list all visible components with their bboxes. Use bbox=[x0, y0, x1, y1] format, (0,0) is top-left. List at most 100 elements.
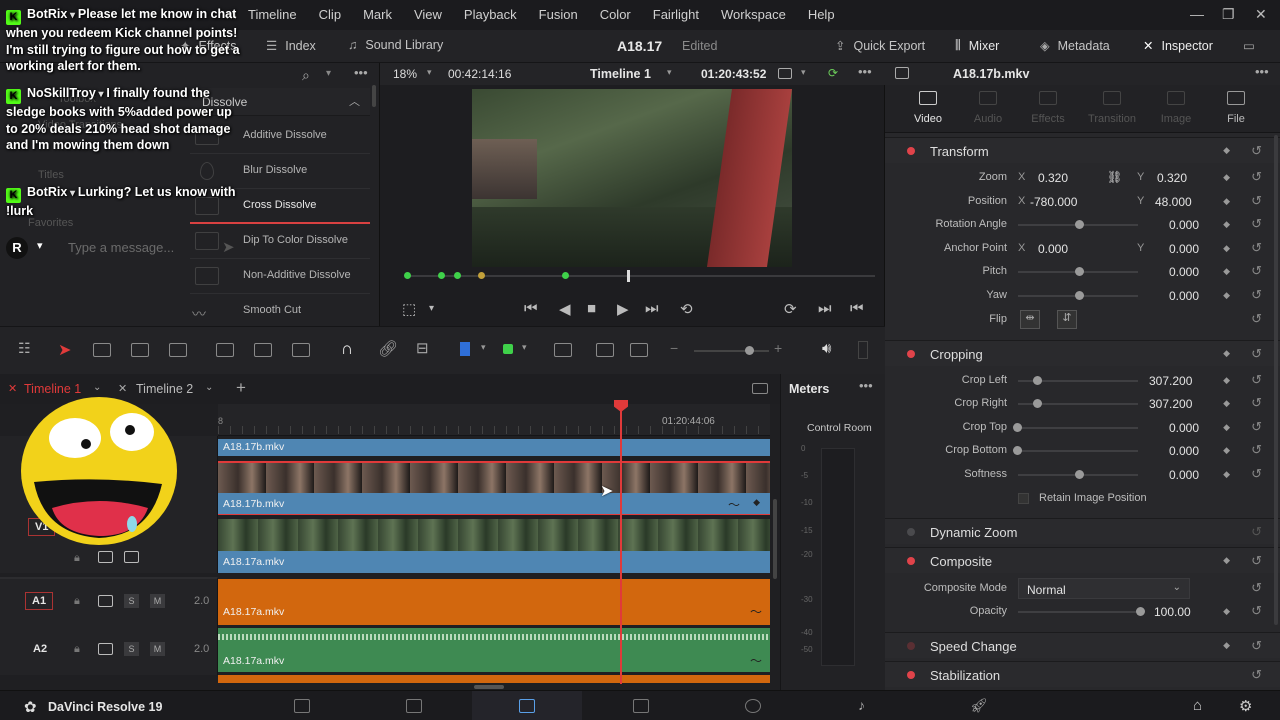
keyframe-icon[interactable]: ◆ bbox=[1223, 219, 1230, 230]
lock-icon[interactable]: 🔒︎ bbox=[74, 595, 80, 608]
position-y-field[interactable]: 48.000 bbox=[1155, 195, 1192, 209]
clip-v2[interactable]: A18.17b.mkv 〜 ◆ bbox=[218, 493, 770, 515]
cropping-section[interactable]: Cropping ◆ ↺ bbox=[885, 340, 1280, 366]
softness-field[interactable]: 0.000 bbox=[1169, 468, 1199, 482]
tab-image[interactable]: Image bbox=[1144, 91, 1208, 139]
keyframe-icon[interactable]: ◆ bbox=[1223, 445, 1230, 456]
chevron-down-icon[interactable]: ▾ bbox=[801, 67, 806, 78]
enable-toggle[interactable] bbox=[907, 528, 915, 536]
reset-icon[interactable]: ↺ bbox=[1251, 580, 1262, 596]
tab-timeline-2[interactable]: Timeline 2 bbox=[136, 382, 193, 396]
retain-position-checkbox[interactable] bbox=[1018, 493, 1029, 504]
zoom-in-icon[interactable]: + bbox=[774, 340, 782, 356]
crop-top-field[interactable]: 0.000 bbox=[1169, 421, 1199, 435]
clip-v3[interactable]: A18.17b.mkv bbox=[218, 439, 770, 456]
keyframe-icon[interactable]: ◆ bbox=[1223, 606, 1230, 617]
viewer-scrubber[interactable] bbox=[405, 275, 875, 277]
stop-icon[interactable]: ■ bbox=[587, 300, 596, 317]
zoom-out-icon[interactable]: − bbox=[670, 340, 678, 356]
overwrite-clip-icon[interactable] bbox=[254, 343, 272, 357]
keyframe-icon[interactable]: ◆ bbox=[1223, 398, 1230, 409]
composite-section[interactable]: Composite ◆ ↺ bbox=[885, 547, 1280, 573]
fusion-page-icon[interactable] bbox=[633, 699, 649, 713]
slider-knob[interactable] bbox=[1075, 267, 1084, 276]
fairlight-page-icon[interactable]: ♪ bbox=[858, 697, 865, 713]
flip-horizontal-icon[interactable]: ⇹ bbox=[1020, 310, 1040, 329]
next-edit-icon[interactable]: ⏭ bbox=[818, 300, 832, 317]
anchor-y-field[interactable]: 0.000 bbox=[1169, 242, 1199, 256]
playhead-line[interactable] bbox=[620, 404, 622, 684]
keyframe-icon[interactable]: ◆ bbox=[1223, 266, 1230, 277]
keyframe-icon[interactable]: ◆ bbox=[1223, 172, 1230, 183]
tab-audio[interactable]: Audio bbox=[956, 91, 1020, 139]
send-icon[interactable]: ➤ bbox=[222, 238, 235, 256]
rotation-field[interactable]: 0.000 bbox=[1169, 218, 1199, 232]
zoom-full-icon[interactable] bbox=[554, 343, 572, 357]
selection-pointer-icon[interactable]: ➤ bbox=[58, 340, 71, 360]
marker[interactable] bbox=[562, 272, 569, 279]
media-page-icon[interactable] bbox=[294, 699, 310, 713]
index-button[interactable]: ☰ Index bbox=[266, 38, 316, 54]
effect-smooth-cut[interactable]: 〰 Smooth Cut bbox=[190, 294, 370, 329]
solo-button[interactable]: S bbox=[124, 642, 139, 656]
crop-bottom-slider[interactable] bbox=[1018, 450, 1138, 452]
marker[interactable] bbox=[404, 272, 411, 279]
reset-icon[interactable]: ↺ bbox=[1251, 667, 1262, 683]
vertical-scrollbar[interactable] bbox=[773, 499, 777, 579]
tab-video[interactable]: Video bbox=[896, 91, 960, 139]
slider-knob[interactable] bbox=[1075, 291, 1084, 300]
loop-icon[interactable]: ⟲ bbox=[680, 300, 693, 318]
track-label-a1[interactable]: A1 bbox=[25, 592, 54, 610]
deliver-page-icon[interactable]: 🚀︎ bbox=[970, 697, 988, 714]
slider-knob[interactable] bbox=[745, 346, 754, 355]
more-options-icon[interactable]: ••• bbox=[354, 65, 368, 80]
link-icon[interactable]: ⛓ bbox=[1107, 170, 1122, 184]
replace-clip-icon[interactable] bbox=[292, 343, 310, 357]
flag-icon[interactable] bbox=[460, 342, 470, 356]
dynamic-trim-icon[interactable] bbox=[131, 343, 149, 357]
opacity-slider[interactable] bbox=[1018, 611, 1138, 613]
keyframe-icon[interactable]: ◆ bbox=[1223, 555, 1230, 566]
auto-select-icon[interactable] bbox=[98, 551, 113, 563]
marker-icon[interactable] bbox=[503, 344, 513, 354]
anchor-x-field[interactable]: 0.000 bbox=[1038, 242, 1068, 256]
scrollbar[interactable] bbox=[372, 85, 376, 107]
marker[interactable] bbox=[438, 272, 445, 279]
chevron-up-icon[interactable]: ︿ bbox=[349, 93, 360, 109]
go-to-start-icon[interactable]: ⏮ bbox=[524, 300, 538, 317]
crop-view-icon[interactable]: ⬚ bbox=[402, 300, 416, 318]
zoom-x-field[interactable]: 0.320 bbox=[1038, 171, 1068, 185]
reset-icon[interactable]: ↺ bbox=[1251, 240, 1262, 256]
go-to-end-icon[interactable]: ⏭ bbox=[645, 300, 659, 317]
close-tab-icon[interactable]: ✕ bbox=[118, 382, 127, 395]
timeline-ruler[interactable]: 8 01:20:44:06 bbox=[218, 404, 770, 436]
mixer-button[interactable]: ⫼ Mixer bbox=[955, 38, 999, 53]
chevron-down-icon[interactable]: ▾ bbox=[427, 67, 432, 78]
slider-knob[interactable] bbox=[1033, 376, 1042, 385]
reset-icon[interactable]: ↺ bbox=[1251, 603, 1262, 619]
menu-clip[interactable]: Clip bbox=[319, 7, 341, 22]
reset-icon[interactable]: ↺ bbox=[1251, 638, 1262, 654]
chevron-down-icon[interactable]: ▾ bbox=[429, 303, 434, 314]
slider-knob[interactable] bbox=[1075, 220, 1084, 229]
clip-v2-thumbnails[interactable] bbox=[218, 461, 770, 493]
link-icon[interactable]: 🔗︎ bbox=[378, 339, 398, 359]
clip-v1[interactable]: A18.17a.mkv bbox=[218, 551, 770, 573]
yaw-field[interactable]: 0.000 bbox=[1169, 289, 1199, 303]
slider-knob[interactable] bbox=[1033, 399, 1042, 408]
sync-icon[interactable]: ⟳ bbox=[828, 66, 838, 80]
trim-icon[interactable] bbox=[93, 343, 111, 357]
cut-page-icon[interactable] bbox=[406, 699, 422, 713]
color-page-icon[interactable] bbox=[745, 699, 761, 713]
tab-transition[interactable]: Transition bbox=[1080, 91, 1144, 139]
video-toggle-icon[interactable] bbox=[124, 551, 139, 563]
menu-color[interactable]: Color bbox=[600, 7, 631, 22]
reset-icon[interactable]: ↺ bbox=[1251, 524, 1262, 540]
chevron-down-icon[interactable]: ▾ bbox=[37, 239, 43, 252]
inspector-scrollbar[interactable] bbox=[1274, 135, 1278, 625]
edit-page-icon[interactable] bbox=[519, 699, 535, 713]
close-icon[interactable]: ✕ bbox=[1255, 6, 1267, 23]
add-tab-icon[interactable]: + bbox=[236, 378, 246, 398]
chat-input[interactable]: Type a message... bbox=[68, 240, 174, 255]
enable-toggle[interactable] bbox=[907, 557, 915, 565]
